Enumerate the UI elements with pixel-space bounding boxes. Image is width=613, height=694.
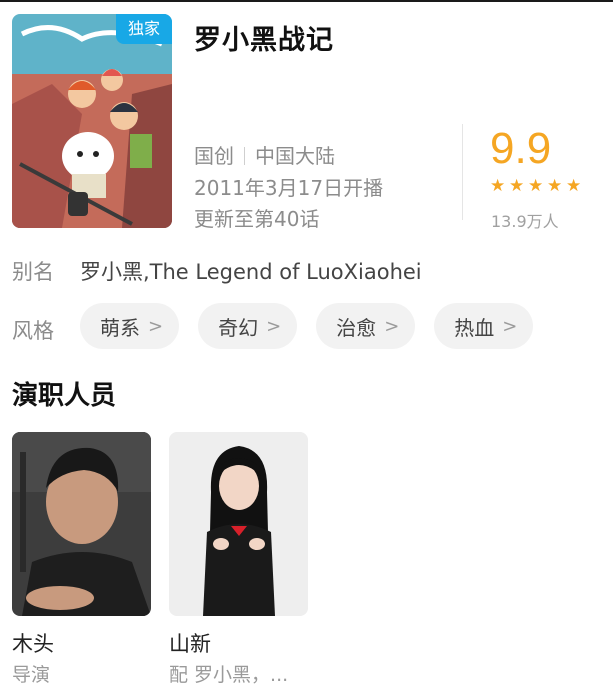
page-title: 罗小黑战记 xyxy=(194,25,334,56)
style-label: 风格 xyxy=(12,319,54,343)
meta-divider xyxy=(244,147,245,165)
chevron-right-icon: > xyxy=(502,315,518,337)
star-icon: ★ xyxy=(547,176,563,196)
rating-divider xyxy=(462,124,463,220)
style-tag[interactable]: 治愈 > xyxy=(316,303,416,349)
voice-actor-portrait xyxy=(169,432,308,616)
tag-label: 奇幻 xyxy=(218,315,259,340)
style-tag[interactable]: 萌系 > xyxy=(80,303,180,349)
style-tags: 萌系 > 奇幻 > 治愈 > 热血 > xyxy=(80,303,534,349)
cover-image[interactable]: 独家 xyxy=(12,14,172,228)
rating-stars: ★ ★ ★ ★ ★ xyxy=(490,176,582,196)
star-icon: ★ xyxy=(509,176,525,196)
chevron-right-icon: > xyxy=(148,315,164,337)
update-status: 更新至第40话 xyxy=(194,207,320,231)
style-tag[interactable]: 热血 > xyxy=(434,303,534,349)
cast-photo-director[interactable] xyxy=(12,432,151,616)
star-icon: ★ xyxy=(528,176,544,196)
origin-label: 国创 xyxy=(194,144,234,168)
alias-label: 别名 xyxy=(12,260,54,284)
top-border xyxy=(0,0,613,2)
chevron-right-icon: > xyxy=(384,315,400,337)
star-icon: ★ xyxy=(566,176,582,196)
exclusive-badge: 独家 xyxy=(116,14,172,44)
director-portrait xyxy=(12,432,151,616)
tag-label: 热血 xyxy=(454,315,495,340)
cast-name[interactable]: 山新 xyxy=(169,628,211,658)
cast-section-title: 演职人员 xyxy=(12,381,117,411)
tag-label: 治愈 xyxy=(336,315,377,340)
cast-photo-voice[interactable] xyxy=(169,432,308,616)
chevron-right-icon: > xyxy=(266,315,282,337)
cast-role: 配 罗小黑，... xyxy=(169,664,289,686)
style-tag[interactable]: 奇幻 > xyxy=(198,303,298,349)
cast-role: 导演 xyxy=(12,664,51,686)
cover-illustration xyxy=(12,14,172,228)
star-icon: ★ xyxy=(490,176,506,196)
origin-region: 国创 中国大陆 xyxy=(194,140,335,169)
cast-name[interactable]: 木头 xyxy=(12,628,54,658)
rating-score: 9.9 xyxy=(490,124,552,173)
alias-value: 罗小黑,The Legend of LuoXiaohei xyxy=(80,260,422,284)
rating-count: 13.9万人 xyxy=(491,212,559,231)
region-label: 中国大陆 xyxy=(255,144,335,168)
premiere-date: 2011年3月17日开播 xyxy=(194,176,384,200)
tag-label: 萌系 xyxy=(100,315,140,340)
